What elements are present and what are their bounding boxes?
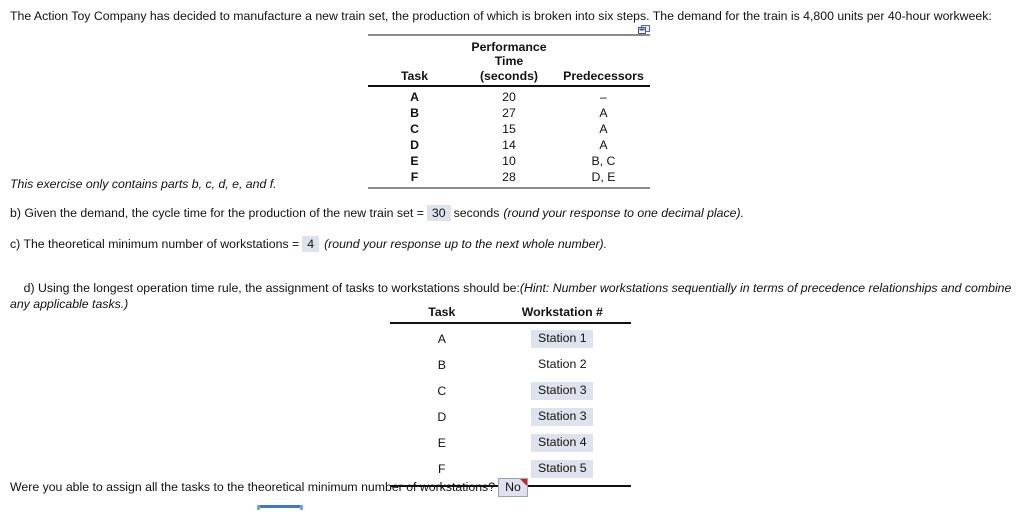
performance-time-table: Performance Time Task (seconds) Predeces…: [368, 34, 650, 189]
perf-cell-task: A: [410, 90, 419, 104]
workstation-assignment-table: Task Workstation # A Station 1 B Station…: [390, 304, 631, 487]
question-c: c) The theoretical minimum number of wor…: [10, 236, 1010, 252]
station-cell-task: A: [437, 331, 446, 346]
perf-cell-task: C: [410, 122, 419, 136]
question-d-prefix: d) Using the longest operation time rule…: [23, 281, 520, 295]
perf-cell-time: 15: [502, 122, 516, 136]
station-select-f[interactable]: Station 5: [531, 460, 594, 478]
question-b-hint: (round your response to one decimal plac…: [503, 206, 744, 220]
perf-header-task: Task: [368, 69, 462, 87]
station-cell-task: E: [437, 435, 446, 450]
perf-cell-task: B: [410, 106, 419, 120]
widget-bar: [257, 505, 303, 508]
cycle-time-answer-field[interactable]: 30: [426, 205, 451, 221]
perf-header-predecessors: Predecessors: [556, 69, 650, 87]
question-final: Were you able to assign all the tasks to…: [10, 478, 710, 497]
station-select-a[interactable]: Station 1: [531, 330, 594, 348]
table-row: B Station 2: [390, 352, 631, 378]
perf-cell-predecessors: –: [600, 90, 607, 104]
flag-marker-icon: [519, 479, 527, 486]
widget-leg-right: [300, 505, 303, 510]
perf-header-time-line1: Performance Time: [461, 34, 557, 69]
intro-paragraph: The Action Toy Company has decided to ma…: [10, 9, 992, 23]
station-header-task: Task: [390, 304, 494, 324]
bottom-cutoff-widget[interactable]: [257, 505, 303, 512]
perf-cell-predecessors: A: [599, 106, 608, 120]
station-select-e[interactable]: Station 4: [531, 434, 594, 452]
question-b-prefix: b) Given the demand, the cycle time for …: [10, 206, 424, 220]
table-row: D Station 3: [390, 404, 631, 430]
station-select-b[interactable]: Station 2: [531, 356, 593, 374]
perf-cell-time: 27: [502, 106, 516, 120]
question-c-hint: (round your response up to the next whol…: [324, 237, 608, 251]
widget-leg-left: [257, 505, 260, 510]
perf-cell-predecessors: B, C: [591, 154, 616, 168]
table-row: E Station 4: [390, 430, 631, 456]
exercise-scope-note: This exercise only contains parts b, c, …: [10, 177, 277, 191]
table-row: B 27 A: [368, 105, 650, 121]
question-b: b) Given the demand, the cycle time for …: [10, 205, 1010, 221]
station-cell-task: D: [437, 409, 447, 424]
table-row: C Station 3: [390, 378, 631, 404]
perf-cell-predecessors: A: [599, 122, 608, 136]
question-final-prefix: Were you able to assign all the tasks to…: [10, 480, 496, 494]
perf-cell-time: 20: [502, 90, 516, 104]
perf-cell-task: D: [410, 138, 419, 152]
table-row: D 14 A: [368, 137, 650, 153]
station-cell-task: B: [437, 357, 446, 372]
final-answer-field[interactable]: No: [498, 478, 528, 497]
table-row: C 15 A: [368, 121, 650, 137]
station-cell-task: C: [437, 383, 447, 398]
perf-cell-time: 10: [502, 154, 516, 168]
perf-cell-task: E: [410, 154, 419, 168]
station-select-d[interactable]: Station 3: [531, 408, 594, 426]
perf-header-time-line2: (seconds): [461, 69, 557, 87]
station-select-c[interactable]: Station 3: [531, 382, 594, 400]
final-answer-value: No: [505, 480, 521, 494]
question-b-unit: seconds: [453, 206, 500, 220]
station-header-workstation: Workstation #: [493, 304, 631, 324]
min-workstations-answer-field[interactable]: 4: [302, 236, 320, 252]
table-row: A 20 –: [368, 86, 650, 105]
perf-cell-time: 14: [502, 138, 516, 152]
table-row: A Station 1: [390, 323, 631, 352]
worksheet-page: The Action Toy Company has decided to ma…: [0, 0, 1024, 512]
perf-cell-predecessors: A: [599, 138, 608, 152]
table-row: E 10 B, C: [368, 153, 650, 169]
question-c-prefix: c) The theoretical minimum number of wor…: [10, 237, 300, 251]
